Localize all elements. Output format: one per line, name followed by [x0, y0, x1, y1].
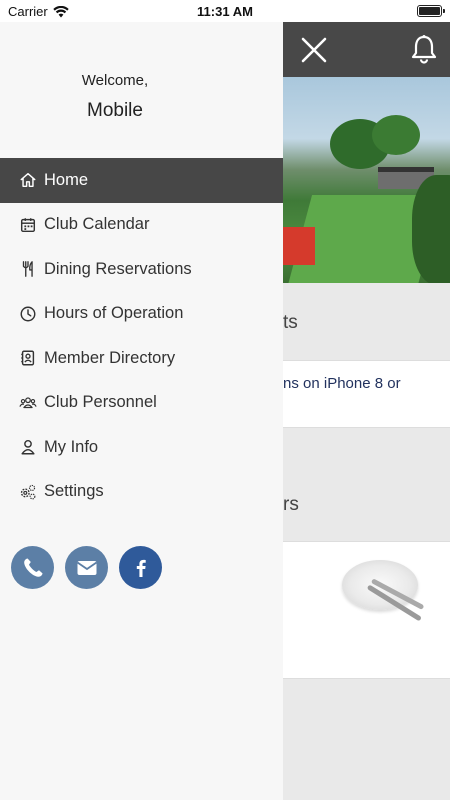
- calendar-icon: [18, 215, 38, 235]
- user-icon: [18, 437, 38, 457]
- plate-image: [342, 560, 425, 622]
- menu-item-label: Home: [44, 170, 89, 189]
- facebook-icon: [136, 559, 146, 577]
- menu-item-club-calendar[interactable]: Club Calendar: [0, 203, 283, 248]
- close-icon[interactable]: [300, 36, 328, 64]
- menu-item-my-info[interactable]: My Info: [0, 425, 283, 470]
- drawer-menu: Home Club Calendar Dining Reservations H…: [0, 158, 283, 514]
- menu-item-label: My Info: [44, 437, 99, 456]
- status-bar: Carrier 11:31 AM: [0, 0, 450, 22]
- clock-icon: [18, 304, 38, 324]
- menu-item-member-directory[interactable]: Member Directory: [0, 336, 283, 381]
- home-icon: [18, 170, 38, 190]
- gears-icon: [18, 482, 38, 502]
- section-title-fragment-2: rs: [283, 494, 299, 515]
- bell-icon[interactable]: [410, 34, 438, 64]
- utensils-icon: [18, 259, 38, 279]
- menu-item-label: Dining Reservations: [44, 259, 192, 278]
- menu-item-hours-of-operation[interactable]: Hours of Operation: [0, 292, 283, 337]
- menu-item-settings[interactable]: Settings: [0, 470, 283, 515]
- news-item-text: ns on iPhone 8 or: [283, 375, 401, 392]
- menu-item-label: Club Calendar: [44, 215, 150, 234]
- section-title-fragment: ts: [283, 312, 298, 333]
- menu-item-club-personnel[interactable]: Club Personnel: [0, 381, 283, 426]
- menu-item-label: Settings: [44, 482, 104, 501]
- address-book-icon: [18, 348, 38, 368]
- email-icon: [76, 560, 97, 575]
- social-links: [11, 546, 162, 589]
- battery-icon: [417, 5, 445, 17]
- user-name: Mobile: [87, 100, 143, 121]
- phone-button[interactable]: [11, 546, 54, 589]
- users-icon: [18, 393, 38, 413]
- menu-item-label: Member Directory: [44, 348, 176, 367]
- news-item[interactable]: ns on iPhone 8 or: [283, 360, 450, 428]
- status-time: 11:31 AM: [197, 4, 253, 19]
- menu-item-label: Club Personnel: [44, 393, 157, 412]
- facebook-button[interactable]: [119, 546, 162, 589]
- menu-item-home[interactable]: Home: [0, 158, 283, 203]
- navigation-drawer: Welcome, Mobile Home Club Calendar Dinin…: [0, 22, 283, 800]
- welcome-label: Welcome,: [81, 72, 149, 89]
- menu-item-dining-reservations[interactable]: Dining Reservations: [0, 247, 283, 292]
- menu-item-label: Hours of Operation: [44, 304, 184, 323]
- email-button[interactable]: [65, 546, 108, 589]
- phone-icon: [23, 558, 42, 577]
